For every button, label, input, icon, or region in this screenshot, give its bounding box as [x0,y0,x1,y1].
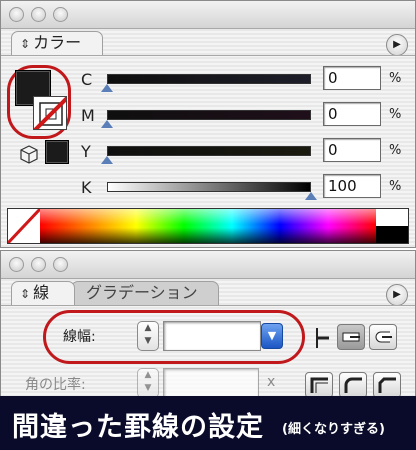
none-color-icon[interactable] [8,209,40,243]
slider-thumb-c[interactable] [101,84,113,92]
minimize-button[interactable] [31,257,46,272]
tab-stroke-label: 線 [33,283,50,302]
percent-unit: % [389,71,402,86]
slider-track-c[interactable] [107,74,311,84]
tab-toggle-icon: ⇕ [20,37,31,51]
miter-unit: x [267,374,276,390]
tab-color-label: カラー [33,33,82,52]
weight-dropdown-button[interactable]: ▼ [261,323,283,349]
miter-join-button[interactable] [305,372,333,398]
bevel-join-button[interactable] [373,372,401,398]
stroke-swatch[interactable] [33,96,67,130]
value-input-y[interactable]: 0 [323,138,381,162]
tab-gradient[interactable]: グラデーション [71,281,219,305]
color-spectrum[interactable] [7,208,409,244]
panel-menu-icon[interactable]: ▶ [386,284,408,306]
miter-stepper[interactable]: ▲ ▼ [137,368,159,398]
percent-unit: % [389,107,402,122]
weight-stepper[interactable]: ▲ ▼ [137,321,159,351]
zoom-button[interactable] [53,7,68,22]
none-stroke-icon [34,97,66,129]
slider-label-m: M [81,106,95,125]
black-swatch[interactable] [376,226,408,243]
close-button[interactable] [9,7,24,22]
weight-input[interactable] [163,321,261,351]
tab-stroke[interactable]: ⇕ 線 [11,281,75,305]
caption-sub: (細くなりすぎる) [282,422,385,437]
slider-thumb-m[interactable] [101,120,113,128]
slider-label-k: K [81,178,92,197]
cap-indicator-icon [313,326,331,350]
slider-track-k[interactable] [107,182,311,192]
value-input-k[interactable]: 100 [323,174,381,198]
tab-color[interactable]: ⇕ カラー [11,31,103,55]
slider-track-m[interactable] [107,110,311,120]
panel-menu-icon[interactable]: ▶ [386,34,408,56]
miter-label: 角の比率: [25,377,86,393]
tab-gradient-label: グラデーション [86,283,198,302]
close-button[interactable] [9,257,24,272]
percent-unit: % [389,179,402,194]
butt-cap-button[interactable] [337,324,365,350]
spectrum-gradient[interactable] [40,209,376,243]
slider-label-c: C [81,70,93,89]
out-of-web-icon[interactable] [19,144,39,164]
stroke-panel-titlebar[interactable] [1,251,415,279]
miter-input[interactable] [163,368,259,398]
gamut-swatch[interactable] [45,140,69,164]
caption-banner: 間違った罫線の設定 (細くなりすぎる) [0,396,416,450]
percent-unit: % [389,143,402,158]
slider-thumb-y[interactable] [101,156,113,164]
weight-label: 線幅: [63,329,96,345]
color-panel: ⇕ カラー ▶ C 0% M 0% Y 0% K 100% [0,0,416,248]
round-cap-button[interactable] [369,324,397,350]
minimize-button[interactable] [31,7,46,22]
zoom-button[interactable] [53,257,68,272]
color-panel-titlebar[interactable] [1,1,415,29]
white-swatch[interactable] [376,209,408,226]
slider-track-y[interactable] [107,146,311,156]
round-join-button[interactable] [339,372,367,398]
value-input-m[interactable]: 0 [323,102,381,126]
caption-main: 間違った罫線の設定 [12,412,264,443]
color-panel-body: C 0% M 0% Y 0% K 100% [1,55,415,249]
slider-label-y: Y [81,142,91,161]
slider-thumb-k[interactable] [305,192,317,200]
value-input-c[interactable]: 0 [323,66,381,90]
tab-toggle-icon: ⇕ [20,287,31,301]
